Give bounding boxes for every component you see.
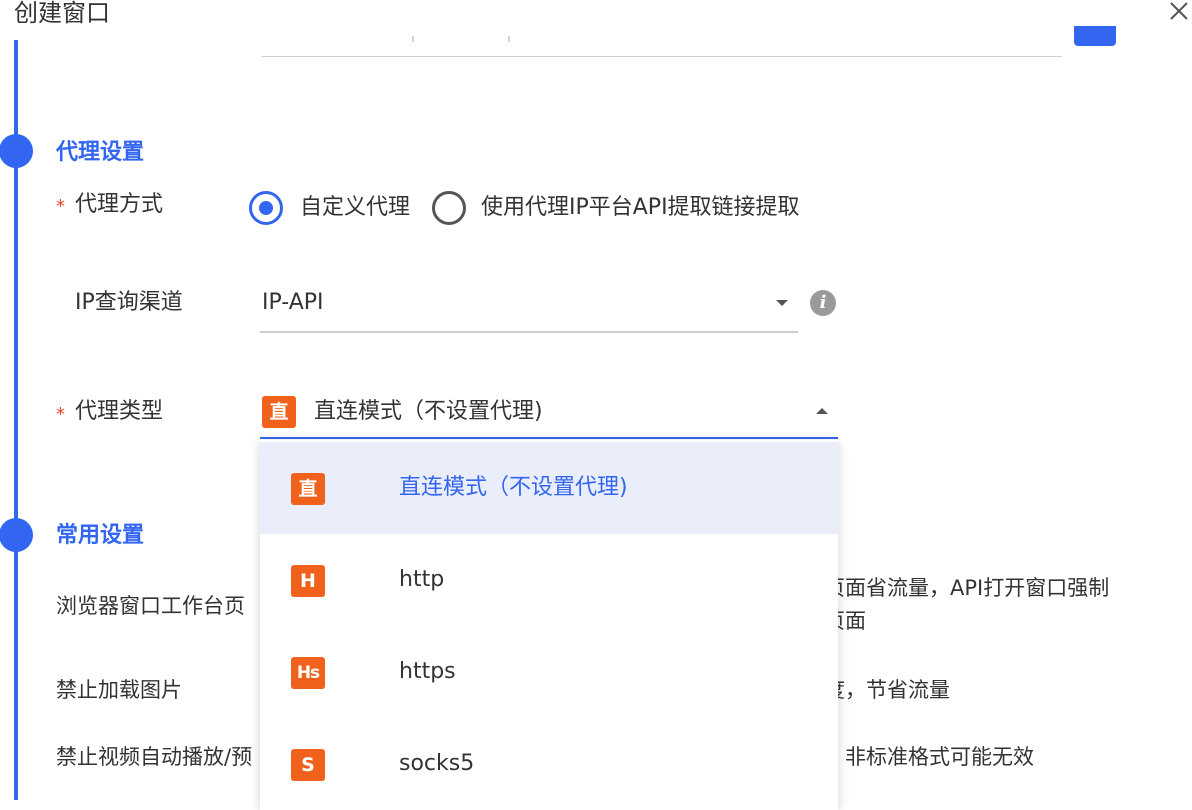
dropdown-option-direct[interactable]: 直 直连模式（不设置代理) <box>260 442 838 534</box>
disable-images-desc: 度，节省流量 <box>824 678 950 702</box>
direct-badge-icon: 直 <box>291 473 325 505</box>
dropdown-option-label: 直连模式（不设置代理) <box>399 475 628 500</box>
chevron-down-icon[interactable] <box>776 300 788 306</box>
radio-api-proxy[interactable] <box>432 191 466 225</box>
top-input-underline[interactable] <box>262 56 1062 57</box>
common-section-title: 常用设置 <box>56 523 145 548</box>
https-badge-icon: Hs <box>291 657 325 689</box>
dialog-title: 创建窗口 <box>14 0 110 27</box>
chevron-up-icon[interactable] <box>816 408 828 414</box>
proxy-type-badge: 直 <box>262 396 296 428</box>
step-dot-proxy <box>0 134 33 168</box>
proxy-type-select-value[interactable]: 直连模式（不设置代理) <box>314 397 543 427</box>
dropdown-option-label: socks5 <box>399 751 475 776</box>
dropdown-option-label: http <box>399 567 445 592</box>
disable-video-desc: ，非标准格式可能无效 <box>824 745 1034 769</box>
top-action-button[interactable] <box>1074 26 1116 46</box>
proxy-type-label: 代理类型 <box>75 399 164 424</box>
http-badge-icon: H <box>291 565 325 597</box>
radio-api-proxy-label[interactable]: 使用代理IP平台API提取链接提取 <box>481 193 800 223</box>
top-input-tick <box>412 36 414 42</box>
proxy-type-dropdown: 直 直连模式（不设置代理) H http Hs https S socks5 <box>260 440 838 810</box>
ip-channel-label: IP查询渠道 <box>75 290 183 315</box>
dropdown-option-socks5[interactable]: S socks5 <box>260 718 838 810</box>
info-icon[interactable]: i <box>810 290 836 316</box>
dropdown-option-https[interactable]: Hs https <box>260 626 838 718</box>
disable-video-label: 禁止视频自动播放/预 <box>56 745 253 769</box>
top-input-tick <box>508 36 510 42</box>
proxy-type-select[interactable] <box>260 437 838 439</box>
ip-channel-select[interactable] <box>260 331 798 333</box>
workbench-setting-desc: 页面省流量，API打开窗口强制 <box>824 576 1110 600</box>
dropdown-option-http[interactable]: H http <box>260 534 838 626</box>
required-mark: * <box>56 196 65 217</box>
ip-channel-select-value[interactable]: IP-API <box>262 288 324 318</box>
socks5-badge-icon: S <box>291 749 325 781</box>
step-dot-common <box>0 518 33 552</box>
proxy-method-label: 代理方式 <box>75 192 164 217</box>
workbench-setting-label: 浏览器窗口工作台页 <box>56 594 245 618</box>
dropdown-option-label: https <box>399 659 456 684</box>
required-mark: * <box>56 404 65 425</box>
radio-custom-proxy[interactable] <box>249 191 283 225</box>
close-icon[interactable] <box>1168 0 1190 22</box>
radio-custom-proxy-label[interactable]: 自定义代理 <box>300 193 410 223</box>
proxy-section-title: 代理设置 <box>56 140 145 165</box>
disable-images-label: 禁止加载图片 <box>56 678 182 702</box>
